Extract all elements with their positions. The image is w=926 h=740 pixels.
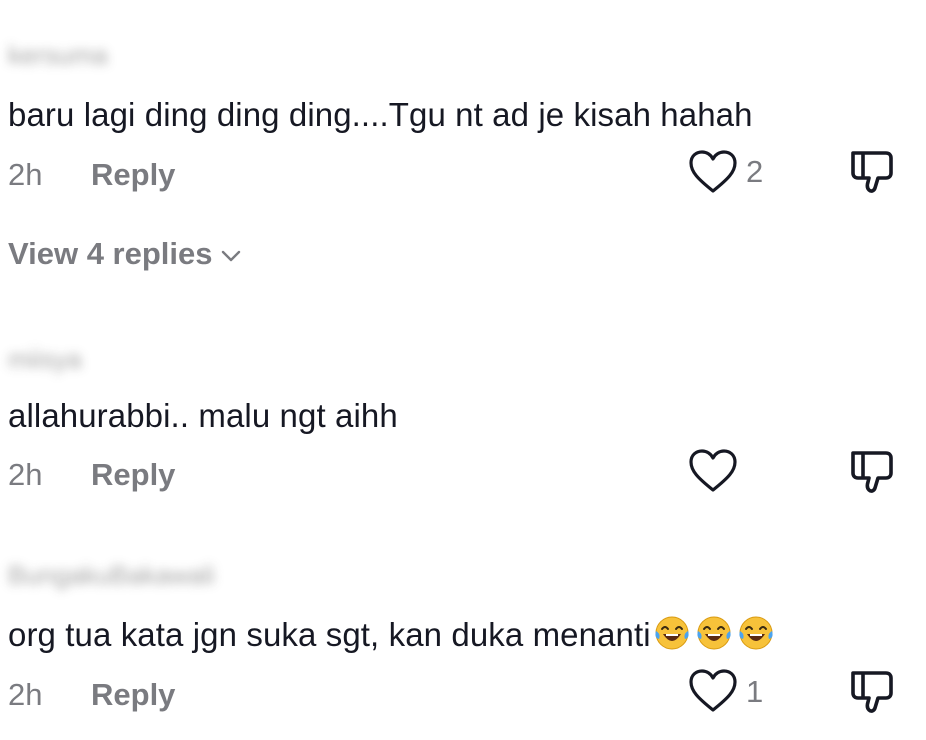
heart-outline-icon[interactable] (688, 668, 738, 714)
like-count: 2 (746, 154, 764, 189)
like-count: 1 (746, 674, 764, 709)
comment-2: miisya allahurabbi.. malu ngt aihh 2h Re… (0, 330, 926, 510)
reply-button[interactable]: Reply (91, 157, 175, 193)
comment-username[interactable]: kersuma (8, 40, 108, 71)
tears-of-joy-emoji-icon (655, 616, 689, 650)
chevron-down-icon (221, 250, 240, 262)
comment-1: kersuma baru lagi ding ding ding....Tgu … (0, 0, 926, 300)
comment-3: BungakuBakawali org tua kata jgn suka sg… (0, 550, 926, 740)
view-replies-button[interactable]: View 4 replies (8, 236, 241, 272)
comment-text: allahurabbi.. malu ngt aihh (8, 397, 398, 434)
tears-of-joy-emoji-icon (697, 616, 731, 650)
thumbs-down-icon[interactable] (848, 148, 896, 196)
thumbs-down-icon[interactable] (848, 448, 896, 496)
heart-outline-icon[interactable] (688, 149, 738, 195)
comment-timestamp: 2h (8, 457, 43, 492)
emoji-group (653, 614, 779, 660)
comment-text: baru lagi ding ding ding....Tgu nt ad je… (8, 96, 753, 133)
heart-outline-icon[interactable] (688, 448, 738, 494)
reply-button[interactable]: Reply (91, 677, 175, 713)
view-replies-label: View 4 replies (8, 236, 213, 271)
comment-timestamp: 2h (8, 157, 43, 192)
thumbs-down-icon[interactable] (848, 668, 896, 716)
comment-text: org tua kata jgn suka sgt, kan duka mena… (8, 614, 779, 660)
reply-button[interactable]: Reply (91, 457, 175, 493)
comment-text-body: org tua kata jgn suka sgt, kan duka mena… (8, 616, 651, 653)
comment-timestamp: 2h (8, 677, 43, 712)
comment-username[interactable]: BungakuBakawali (8, 560, 215, 591)
comment-username[interactable]: miisya (8, 344, 82, 375)
tears-of-joy-emoji-icon (739, 616, 773, 650)
